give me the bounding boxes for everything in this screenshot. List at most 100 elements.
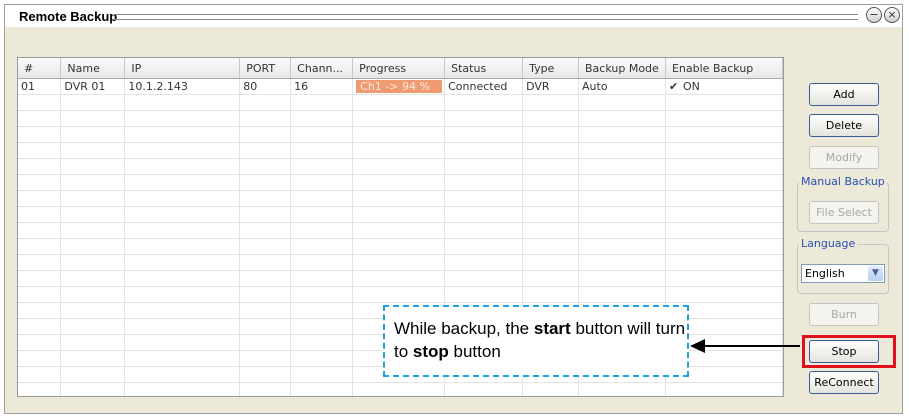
empty-table-row <box>18 270 783 287</box>
table-cell <box>239 174 292 191</box>
table-header-row: # Name IP PORT Chann... Progress Status Type Bac… <box>18 58 783 79</box>
close-icon[interactable]: × <box>884 7 900 23</box>
table-cell <box>18 238 62 255</box>
table-cell <box>18 334 62 351</box>
table-cell <box>578 222 666 239</box>
column-header[interactable]: # <box>18 58 62 79</box>
column-header[interactable]: IP <box>124 58 241 79</box>
delete-button[interactable]: Delete <box>809 114 879 137</box>
table-cell <box>239 270 292 287</box>
callout-text-1: While backup, the <box>394 319 534 338</box>
title-rule <box>113 14 858 20</box>
table-cell <box>290 158 354 175</box>
table-cell <box>239 302 292 319</box>
table-cell <box>239 142 292 159</box>
stop-button-highlight <box>802 335 896 368</box>
burn-button[interactable]: Burn <box>809 303 879 326</box>
table-cell <box>665 270 783 287</box>
table-cell <box>239 190 292 207</box>
table-cell <box>18 190 62 207</box>
table-cell <box>60 126 126 143</box>
column-header[interactable]: Status <box>444 58 524 79</box>
table-cell <box>18 254 62 271</box>
table-cell <box>522 142 580 159</box>
empty-table-row <box>18 254 783 271</box>
table-cell <box>124 238 241 255</box>
column-header[interactable]: Enable Backup <box>665 58 783 79</box>
table-cell <box>60 382 126 396</box>
table-cell <box>578 158 666 175</box>
table-cell <box>444 382 524 396</box>
table-cell <box>124 366 241 383</box>
table-cell <box>578 286 666 303</box>
table-cell: Auto <box>578 78 666 95</box>
arrow-left-icon <box>690 339 705 353</box>
table-cell <box>18 270 62 287</box>
table-cell <box>290 366 354 383</box>
table-cell <box>444 270 524 287</box>
table-cell <box>578 142 666 159</box>
table-cell <box>239 350 292 367</box>
callout-bold-start: start <box>533 319 571 338</box>
column-header[interactable]: Backup Mode <box>578 58 666 79</box>
table-cell <box>18 142 62 159</box>
table-cell <box>665 126 783 143</box>
table-cell <box>290 206 354 223</box>
table-cell <box>290 190 354 207</box>
table-cell <box>290 238 354 255</box>
table-cell <box>124 110 241 127</box>
table-cell <box>60 270 126 287</box>
table-cell <box>522 238 580 255</box>
column-header[interactable]: PORT <box>239 58 292 79</box>
table-row[interactable]: 01 DVR 01 10.1.2.143 80 16 Ch1 -> 94 % Connect… <box>18 78 783 95</box>
table-cell <box>124 190 241 207</box>
table-cell <box>290 94 354 111</box>
chevron-down-icon[interactable]: ▼ <box>868 266 883 281</box>
table-cell <box>239 334 292 351</box>
modify-button[interactable]: Modify <box>809 146 879 169</box>
table-cell <box>60 110 126 127</box>
table-cell <box>578 270 666 287</box>
table-cell <box>124 254 241 271</box>
reconnect-button[interactable]: ReConnect <box>809 371 879 394</box>
table-cell <box>60 206 126 223</box>
table-cell <box>60 366 126 383</box>
table-cell <box>444 158 524 175</box>
table-cell <box>239 110 292 127</box>
table-cell <box>444 94 524 111</box>
table-cell <box>444 110 524 127</box>
table-cell <box>124 94 241 111</box>
table-cell <box>444 222 524 239</box>
table-cell <box>239 158 292 175</box>
table-cell <box>578 254 666 271</box>
checkmark-icon[interactable]: ✔ <box>669 80 679 93</box>
table-cell <box>352 126 446 143</box>
table-cell <box>522 206 580 223</box>
column-header[interactable]: Progress <box>352 58 446 79</box>
table-cell <box>239 238 292 255</box>
table-cell: Ch1 -> 94 % <box>352 78 446 95</box>
table-cell <box>124 206 241 223</box>
language-select[interactable]: English ▼ <box>801 264 885 283</box>
table-cell <box>352 190 446 207</box>
table-cell <box>239 206 292 223</box>
table-cell <box>60 350 126 367</box>
column-header[interactable]: Name <box>60 58 126 79</box>
empty-table-row <box>18 158 783 175</box>
column-header[interactable]: Type <box>522 58 580 79</box>
file-select-button[interactable]: File Select <box>809 201 879 224</box>
table-cell <box>578 382 666 396</box>
table-cell <box>522 94 580 111</box>
table-cell <box>665 158 783 175</box>
table-cell <box>444 286 524 303</box>
empty-table-row <box>18 190 783 207</box>
table-cell <box>522 286 580 303</box>
minimize-icon[interactable]: − <box>866 7 882 23</box>
column-header[interactable]: Chann... <box>290 58 354 79</box>
table-cell <box>239 254 292 271</box>
table-cell <box>124 302 241 319</box>
table-cell <box>18 382 62 396</box>
add-button[interactable]: Add <box>809 83 879 106</box>
table-cell <box>60 286 126 303</box>
empty-table-row <box>18 94 783 111</box>
